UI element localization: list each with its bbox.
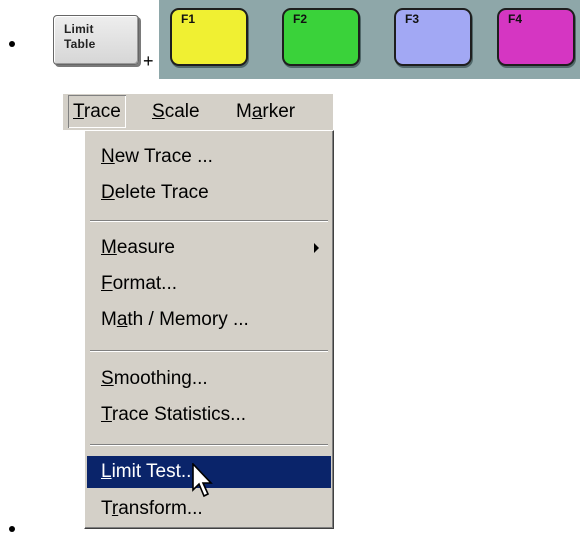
f1-key-label: F1 bbox=[181, 12, 196, 26]
menu-item-smoothing[interactable]: Smoothing... bbox=[87, 363, 331, 395]
menu-item-new-trace[interactable]: New Trace ... bbox=[87, 141, 331, 173]
limit-table-label-line2: Table bbox=[64, 37, 96, 51]
f4-key[interactable]: F4 bbox=[497, 8, 575, 66]
submenu-arrow-icon bbox=[314, 243, 319, 253]
menu-separator bbox=[90, 220, 328, 222]
menu-trace[interactable]: Trace bbox=[68, 95, 126, 128]
list-bullet bbox=[9, 526, 15, 532]
menu-bar: Trace Scale Marker bbox=[63, 94, 333, 130]
menu-separator bbox=[90, 444, 328, 446]
menu-item-trace-statistics[interactable]: Trace Statistics... bbox=[87, 399, 331, 431]
f2-key-label: F2 bbox=[293, 12, 308, 26]
list-bullet bbox=[9, 41, 15, 47]
f2-key[interactable]: F2 bbox=[282, 8, 360, 66]
f3-key[interactable]: F3 bbox=[394, 8, 472, 66]
menu-separator bbox=[90, 350, 328, 352]
menu-item-measure[interactable]: Measure bbox=[87, 232, 331, 264]
menu-item-math-memory[interactable]: Math / Memory ... bbox=[87, 304, 331, 336]
limit-table-label-line1: Limit bbox=[64, 22, 94, 36]
menu-marker[interactable]: Marker bbox=[231, 95, 300, 128]
menu-item-delete-trace[interactable]: Delete Trace bbox=[87, 177, 331, 209]
menu-scale[interactable]: Scale bbox=[147, 95, 205, 128]
mouse-pointer-icon bbox=[192, 463, 213, 498]
f1-key[interactable]: F1 bbox=[170, 8, 248, 66]
menu-item-format[interactable]: Format... bbox=[87, 268, 331, 300]
f4-key-label: F4 bbox=[508, 12, 523, 26]
menu-item-measure-label: Measure bbox=[101, 237, 175, 258]
limit-table-button[interactable]: Limit Table bbox=[53, 15, 139, 65]
function-key-strip: F1 F2 F3 F4 bbox=[159, 0, 580, 79]
plus-sign: + bbox=[143, 51, 154, 71]
f3-key-label: F3 bbox=[405, 12, 420, 26]
